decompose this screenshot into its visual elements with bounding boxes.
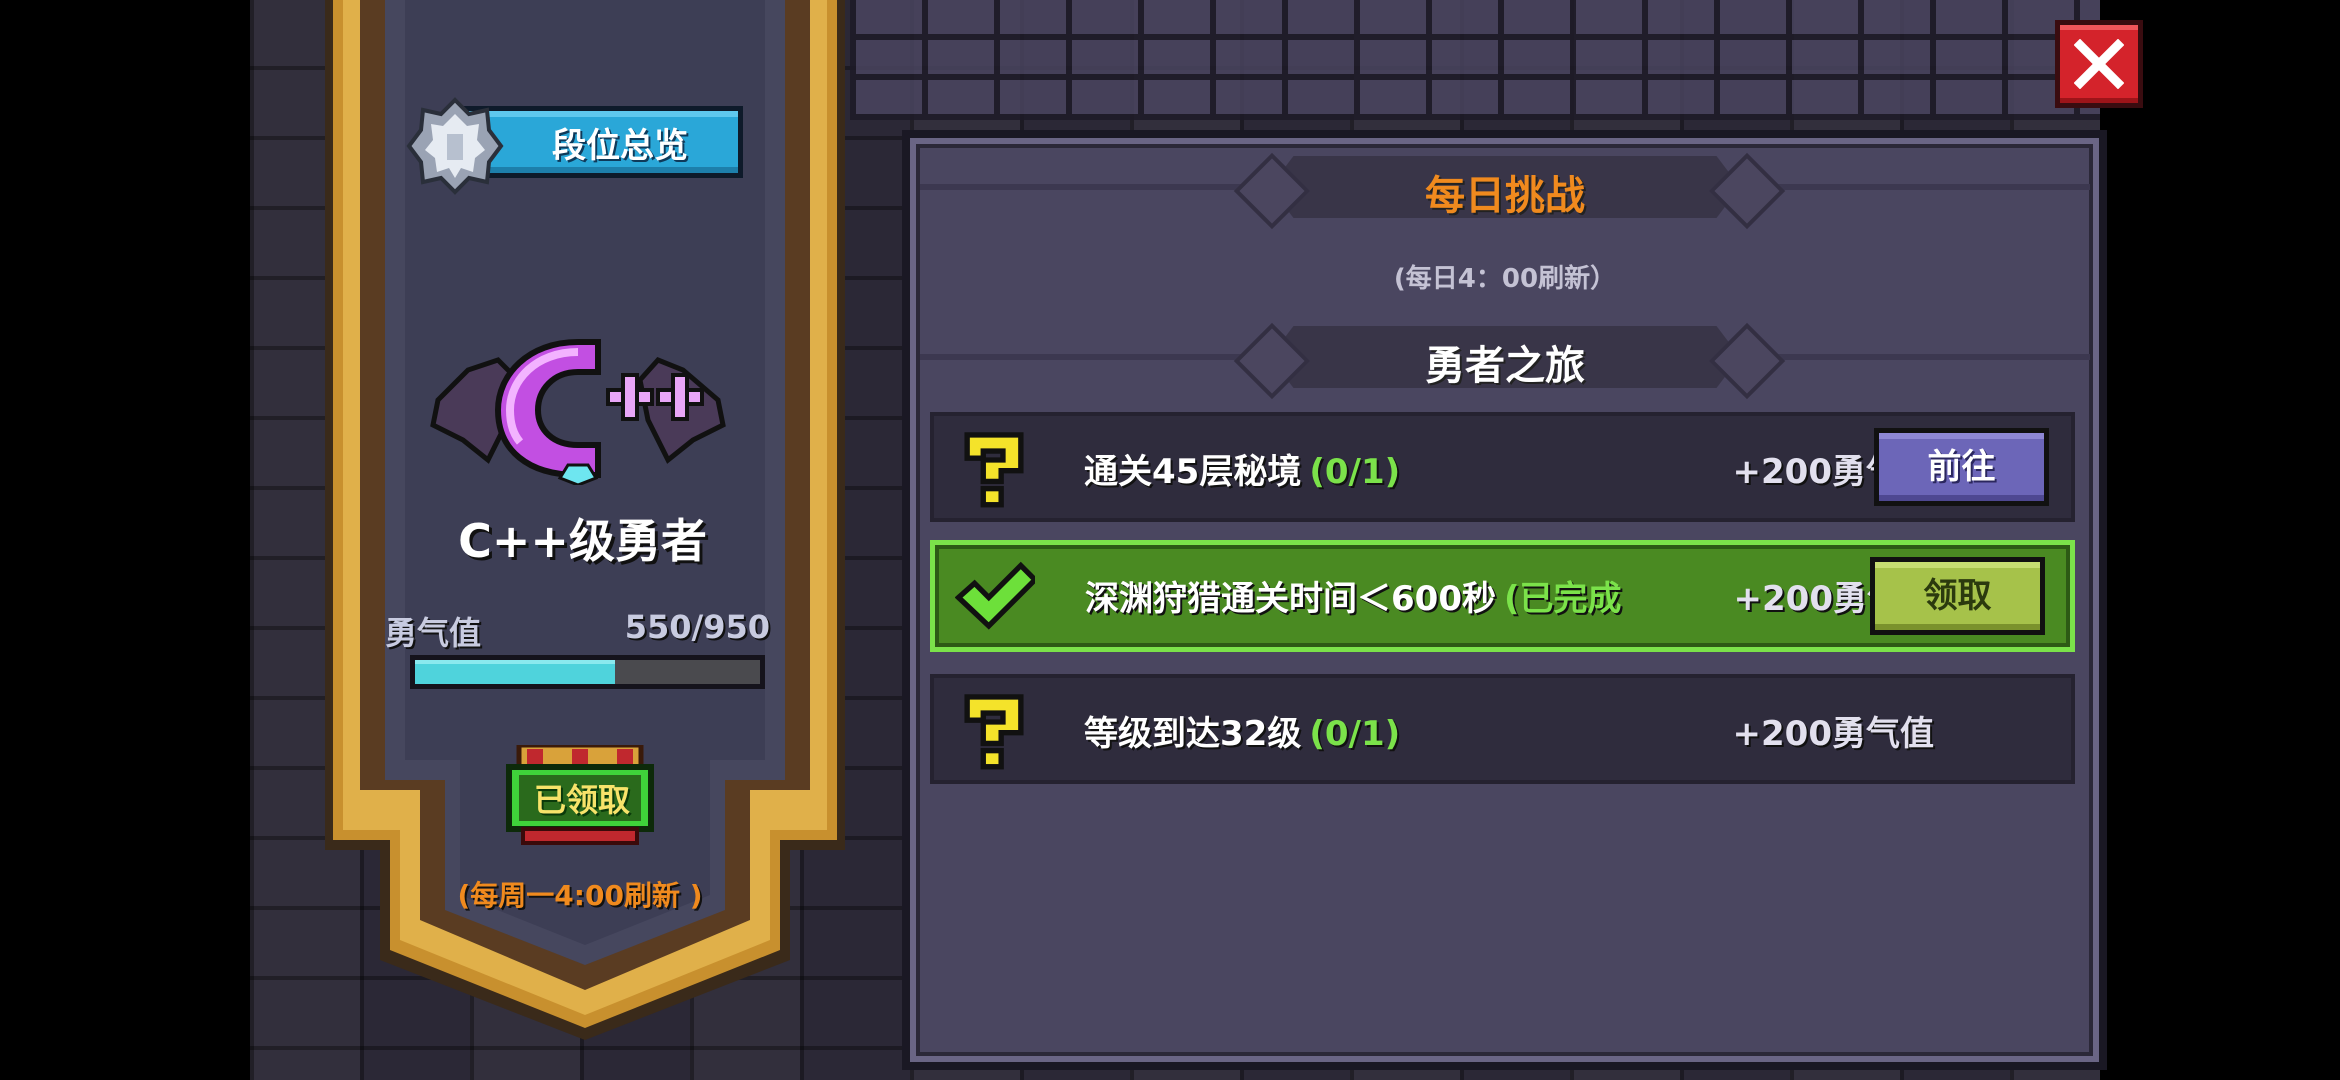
section-title: 勇者之旅 xyxy=(1425,343,1585,389)
rank-title: C++级勇者 xyxy=(458,514,707,568)
claim-button[interactable]: 领取 xyxy=(1870,557,2045,635)
courage-label: 勇气值 xyxy=(385,614,482,652)
cpp-rank-badge-icon xyxy=(430,339,726,485)
close-button[interactable] xyxy=(2055,20,2143,108)
silver-crest-icon xyxy=(406,97,504,195)
task-progress: (已完成 xyxy=(1503,579,1622,619)
task-row-reach-level: 等级到达32级 (0/1) +200勇气值 xyxy=(930,674,2075,784)
task-description: 通关45层秘境 (0/1) xyxy=(1084,452,1401,492)
task-description: 等级到达32级 (0/1) xyxy=(1084,714,1401,754)
task-row-clear-secret-realm: 通关45层秘境 (0/1) +200勇气值 前往 xyxy=(930,412,2075,522)
checkmark-icon xyxy=(955,561,1035,630)
courage-value: 550/950 xyxy=(624,608,770,646)
game-screen: 段位总览 C++级勇者 勇气值 550/950 已领取 (每周一4:00刷新)… xyxy=(0,0,2340,1080)
weekly-refresh-note: (每周一4:00刷新 ) xyxy=(457,879,703,912)
task-progress: (0/1) xyxy=(1309,452,1401,492)
question-mark-icon xyxy=(964,694,1024,770)
question-mark-icon xyxy=(964,432,1024,508)
daily-challenge-title: 每日挑战 xyxy=(1425,173,1585,219)
stone-wall-top-background xyxy=(850,0,2100,120)
courage-progress-fill xyxy=(415,660,615,684)
daily-refresh-note: (每日4：00刷新） xyxy=(1393,264,1617,294)
task-reward: +200勇气值 xyxy=(1732,714,1934,754)
go-button[interactable]: 前往 xyxy=(1874,428,2049,506)
task-row-abyss-hunt: 深渊狩猎通关时间＜600秒 (已完成 +200勇气值 领取 xyxy=(930,540,2075,652)
claimed-label: 已领取 xyxy=(533,781,630,819)
task-progress: (0/1) xyxy=(1309,714,1401,754)
rank-overview-button[interactable]: 段位总览 xyxy=(405,96,750,195)
courage-progress-bar xyxy=(410,655,765,689)
close-icon xyxy=(2074,39,2124,89)
rank-overview-label: 段位总览 xyxy=(552,126,688,166)
task-description: 深渊狩猎通关时间＜600秒 (已完成 xyxy=(1085,579,1622,619)
